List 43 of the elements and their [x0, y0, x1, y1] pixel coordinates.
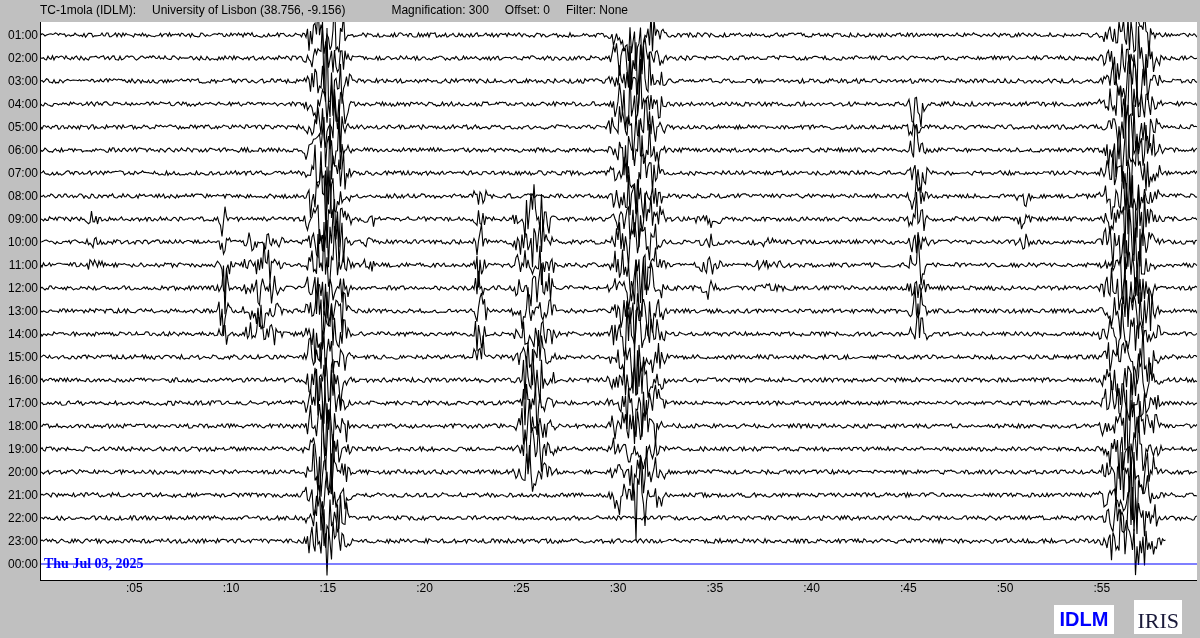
- hour-label: 03:00: [6, 72, 39, 90]
- hour-label: 21:00: [6, 486, 39, 504]
- hour-label: 19:00: [6, 440, 39, 458]
- minute-tick-label: :30: [609, 581, 628, 597]
- hour-label: 17:00: [6, 394, 39, 412]
- hour-label: 09:00: [6, 210, 39, 228]
- hour-label: 00:00: [6, 555, 39, 573]
- hour-label: 04:00: [6, 95, 39, 113]
- hour-label: 02:00: [6, 49, 39, 67]
- hour-label: 12:00: [6, 279, 39, 297]
- hour-label: 11:00: [7, 256, 39, 274]
- hour-label: 22:00: [6, 509, 39, 527]
- hour-label: 01:00: [6, 26, 39, 44]
- hour-label: 05:00: [6, 118, 39, 136]
- minute-tick-label: :20: [416, 581, 434, 597]
- hour-label: 20:00: [6, 463, 39, 481]
- hour-label: 23:00: [6, 532, 39, 550]
- hour-label: 10:00: [6, 233, 39, 251]
- hour-label: 13:00: [6, 302, 39, 320]
- minute-tick-label: :35: [706, 581, 725, 597]
- minute-tick-label: :45: [900, 581, 918, 597]
- idlm-logo: IDLM: [1053, 605, 1115, 634]
- iris-logo: IRIS: [1134, 600, 1182, 634]
- hour-label: 14:00: [6, 325, 39, 343]
- station-location: University of Lisbon (38.756, -9.156): [152, 3, 346, 17]
- hour-label: 08:00: [6, 187, 39, 205]
- minute-tick-label: :40: [803, 581, 821, 597]
- filter-text: Filter: None: [566, 3, 629, 17]
- minute-tick-label: :05: [126, 581, 144, 597]
- minute-tick-label: :55: [1093, 581, 1112, 597]
- offset-text: Offset: 0: [504, 3, 550, 17]
- minute-tick-label: :15: [319, 581, 338, 597]
- minute-tick-label: :50: [996, 581, 1015, 597]
- hour-label: 07:00: [6, 164, 39, 182]
- hour-label: 06:00: [6, 141, 39, 159]
- minute-tick-label: :25: [513, 581, 531, 597]
- magnification-text: Magnification: 300: [391, 3, 489, 17]
- hour-label: 16:00: [6, 371, 39, 389]
- date-label: Thu Jul 03, 2025: [44, 556, 144, 572]
- station-name: TC-1mola (IDLM):: [40, 3, 136, 17]
- minute-tick-label: :10: [222, 581, 241, 597]
- hour-label: 18:00: [6, 417, 39, 435]
- hour-label: 15:00: [6, 348, 39, 366]
